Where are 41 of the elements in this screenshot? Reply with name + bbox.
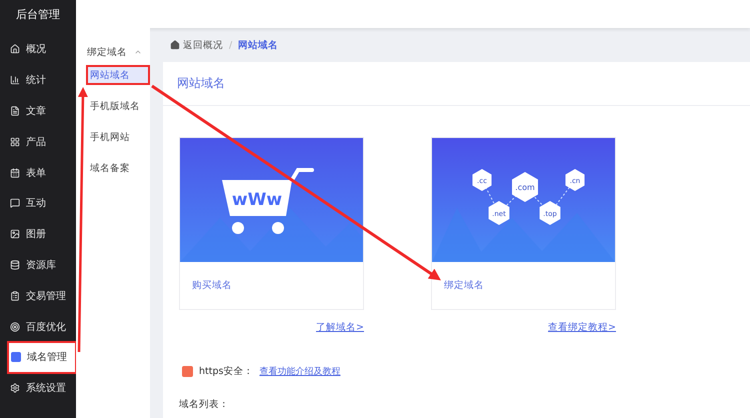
- menu-icon: [10, 290, 20, 301]
- sidebar-item[interactable]: 文章: [0, 96, 76, 126]
- panel-title: 网站域名: [163, 62, 750, 106]
- chevron-up-icon: [134, 48, 142, 56]
- breadcrumb-current: 网站域名: [238, 38, 278, 52]
- sidebar-item[interactable]: 产品: [0, 126, 76, 158]
- breadcrumb-home-link[interactable]: 返回概况: [170, 38, 223, 52]
- sidebar-item[interactable]: 百度优化: [0, 311, 76, 342]
- list-label: 域名列表：: [178, 398, 230, 411]
- submenu-item[interactable]: 网站域名: [86, 65, 150, 85]
- menu-icon: [10, 75, 20, 86]
- sidebar-item[interactable]: 统计: [0, 64, 76, 96]
- submenu-group[interactable]: 绑定域名: [76, 42, 150, 62]
- sidebar-item[interactable]: 互动: [0, 188, 76, 219]
- card-label: 购买域名: [191, 279, 233, 293]
- more-link[interactable]: 查看绑定教程>: [548, 321, 616, 334]
- menu-icon: [10, 44, 20, 54]
- sidebar-item[interactable]: 概况: [0, 34, 76, 65]
- sidebar-item[interactable]: 域名管理: [8, 342, 76, 373]
- sidebar-item[interactable]: 系统设置: [0, 372, 76, 404]
- menu-icon: [10, 106, 20, 116]
- more-link[interactable]: 了解域名>: [316, 321, 364, 334]
- sidebar-item[interactable]: 表单: [0, 157, 76, 188]
- breadcrumb-separator: /: [229, 40, 232, 50]
- menu-icon: [10, 168, 20, 178]
- shopping-cart-illustration: wWw: [180, 138, 363, 262]
- menu-icon: [10, 260, 20, 270]
- https-label: https安全：: [199, 365, 254, 378]
- domain-card[interactable]: wWw 购买域名: [179, 137, 364, 310]
- home-icon: [170, 40, 180, 50]
- menu-icon: [10, 229, 20, 240]
- menu-icon: [10, 198, 20, 208]
- sidebar-item[interactable]: 图册: [0, 218, 76, 250]
- sidebar-item[interactable]: 资源库: [0, 250, 76, 280]
- app-title: 后台管理: [15, 6, 61, 22]
- sidebar-item[interactable]: 交易管理: [0, 280, 76, 312]
- menu-icon: [10, 383, 20, 394]
- menu-icon: [10, 322, 20, 332]
- tutorial-link[interactable]: 查看功能介绍及教程: [259, 365, 340, 378]
- menu-icon: [10, 136, 20, 147]
- card-label: 绑定域名: [443, 279, 485, 293]
